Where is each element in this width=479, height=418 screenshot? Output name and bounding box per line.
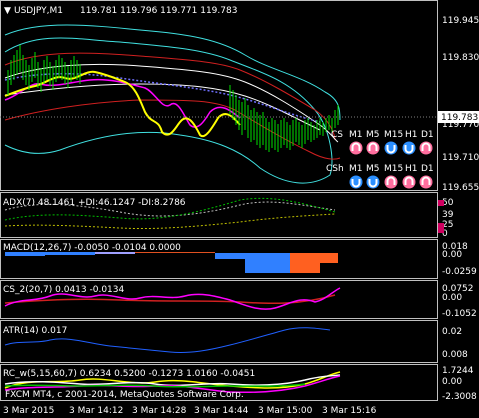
rc-label: RC_w(5,15,60,7) 0.6234 0.5200 -0.1273 1.…	[3, 369, 255, 379]
adx-marker	[438, 223, 444, 233]
atr-tick: 0.008	[442, 350, 468, 360]
cs-label: CS	[331, 130, 343, 140]
adx-tick: 39	[442, 210, 454, 220]
atr-label: ATR(14) 0.017	[3, 326, 67, 336]
time-tick: 3 Mar 2015	[3, 406, 54, 416]
cs-label: CS_2(20,7) 0.0413 -0.0134	[3, 285, 125, 295]
cs-arrows	[349, 141, 433, 155]
csh-arrows	[349, 175, 433, 189]
atr-tick: 0.02	[442, 327, 462, 337]
signal-panel: CS M1 M5 M15 H1 D1 CSh M1 M5 M15 H1 D1	[326, 130, 434, 189]
trading-chart[interactable]: ▼ USDJPY,M1 119.781 119.796 119.771 119.…	[0, 0, 479, 418]
tf-d1: D1	[421, 164, 434, 174]
price-tick: 119.945	[442, 16, 479, 26]
ohlc-values: 119.781 119.796 119.771 119.783	[80, 6, 237, 16]
time-tick: 3 Mar 14:44	[194, 406, 249, 416]
moving-averages	[4, 70, 321, 138]
tf-m1: M1	[349, 164, 363, 174]
price-tick: 119.710	[442, 153, 479, 163]
macd-axis: MACD(12,26,7) -0.0050 -0.0104 0.0000 0.0…	[3, 242, 477, 277]
price-axis: 119.945 119.830 119.770 119.710 119.655 …	[438, 16, 479, 193]
copyright-watermark: FXCM MT4, c 2001-2014, MetaQuotes Softwa…	[5, 390, 244, 400]
price-bars	[7, 45, 339, 152]
macd-histogram	[5, 252, 338, 273]
atr-axis: ATR(14) 0.017 0.02 0.008	[3, 326, 468, 360]
macd-tick: 0.00	[442, 250, 462, 260]
tf-m1: M1	[349, 130, 363, 140]
tf-h1: H1	[405, 130, 418, 140]
adx-marker	[438, 200, 444, 206]
time-tick: 3 Mar 14:28	[132, 406, 187, 416]
tf-m15: M15	[384, 164, 403, 174]
cs-tick: -0.1052	[442, 309, 477, 319]
price-tick: 119.830	[442, 53, 479, 63]
tf-h1: H1	[405, 164, 418, 174]
time-tick: 3 Mar 15:00	[258, 406, 313, 416]
rc-tick: 0.00	[442, 377, 462, 387]
chart-header: ▼ USDJPY,M1 119.781 119.796 119.771 119.…	[4, 6, 237, 16]
tf-m15: M15	[384, 130, 403, 140]
rc-tick: -2.3008	[442, 392, 477, 402]
tf-m5: M5	[366, 164, 380, 174]
rc-tick: 1.7244	[442, 366, 474, 376]
adx-label: ADX(7) 48.1461 +DI:46.1247 -DI:8.2786	[3, 198, 186, 208]
macd-label: MACD(12,26,7) -0.0050 -0.0104 0.0000	[3, 243, 181, 253]
time-axis: 3 Mar 2015 3 Mar 14:12 3 Mar 14:28 3 Mar…	[3, 406, 377, 416]
price-tick: 119.655	[442, 183, 479, 193]
cs-tick: 0.00	[442, 293, 462, 303]
macd-tick: -0.0259	[442, 267, 477, 277]
tf-d1: D1	[421, 130, 434, 140]
header-collapse-icon: ▼	[4, 6, 11, 16]
adx-axis: ADX(7) 48.1461 +DI:46.1247 -DI:8.2786 50…	[3, 198, 454, 239]
time-tick: 3 Mar 15:16	[322, 406, 377, 416]
main-chart-frame	[0, 0, 438, 191]
csh-label: CSh	[326, 164, 344, 174]
symbol-timeframe: USDJPY,M1	[14, 6, 63, 16]
time-tick: 3 Mar 14:12	[69, 406, 123, 416]
tf-m5: M5	[366, 130, 380, 140]
current-price-label: 119.783	[441, 113, 478, 123]
